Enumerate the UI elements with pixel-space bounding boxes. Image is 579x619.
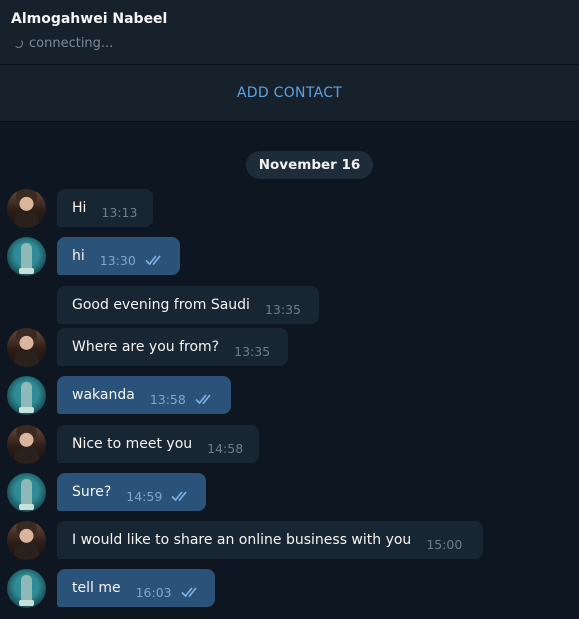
- message-bubble[interactable]: Nice to meet you 14:58: [57, 425, 259, 463]
- contact-avatar[interactable]: [7, 328, 46, 367]
- double-check-icon: [171, 491, 187, 502]
- date-separator: November 16: [246, 151, 373, 179]
- chat-window: Almogahwei Nabeel connecting... ADD CONT…: [0, 0, 579, 619]
- message-bubble[interactable]: Hi 13:13: [57, 189, 153, 227]
- message-text: I would like to share an online business…: [72, 532, 412, 548]
- message-time: 13:35: [264, 301, 301, 317]
- contact-name[interactable]: Almogahwei Nabeel: [11, 11, 167, 27]
- message-time: 13:30: [99, 252, 136, 268]
- double-check-icon: [181, 587, 197, 598]
- message-bubble[interactable]: tell me 16:03: [57, 569, 215, 607]
- double-check-icon: [195, 394, 211, 405]
- contact-avatar[interactable]: [7, 425, 46, 464]
- message-bubble[interactable]: wakanda 13:58: [57, 376, 231, 414]
- message-text: Hi: [72, 200, 87, 216]
- message-bubble[interactable]: Sure? 14:59: [57, 473, 206, 511]
- chat-header[interactable]: Almogahwei Nabeel connecting...: [0, 0, 579, 65]
- add-contact-bar: ADD CONTACT: [0, 65, 579, 122]
- message-text: Good evening from Saudi: [72, 297, 250, 313]
- message-time: 13:35: [234, 343, 271, 359]
- message-bubble[interactable]: hi 13:30: [57, 237, 180, 275]
- double-check-icon: [145, 255, 161, 266]
- contact-avatar[interactable]: [7, 189, 46, 228]
- message-time: 14:58: [207, 440, 244, 456]
- message-text: hi: [72, 248, 85, 264]
- user-avatar[interactable]: [7, 569, 46, 608]
- message-text: tell me: [72, 580, 121, 596]
- message-time: 13:13: [101, 204, 138, 220]
- message-text: wakanda: [72, 387, 135, 403]
- message-time: 14:59: [126, 488, 163, 504]
- add-contact-button[interactable]: ADD CONTACT: [237, 85, 342, 101]
- user-avatar[interactable]: [7, 237, 46, 276]
- contact-avatar[interactable]: [7, 521, 46, 560]
- message-bubble[interactable]: Good evening from Saudi 13:35: [57, 286, 319, 324]
- message-time: 15:00: [426, 536, 463, 552]
- message-text: Where are you from?: [72, 339, 220, 355]
- message-text: Nice to meet you: [72, 436, 193, 452]
- message-text: Sure?: [72, 484, 112, 500]
- user-avatar[interactable]: [7, 376, 46, 415]
- user-avatar[interactable]: [7, 473, 46, 512]
- message-bubble[interactable]: Where are you from? 13:35: [57, 328, 288, 366]
- message-time: 16:03: [135, 584, 172, 600]
- message-time: 13:58: [149, 391, 186, 407]
- loading-spinner-icon: [14, 39, 23, 48]
- message-bubble[interactable]: I would like to share an online business…: [57, 521, 483, 559]
- connection-status-text: connecting...: [29, 36, 114, 51]
- connection-status: connecting...: [14, 36, 113, 51]
